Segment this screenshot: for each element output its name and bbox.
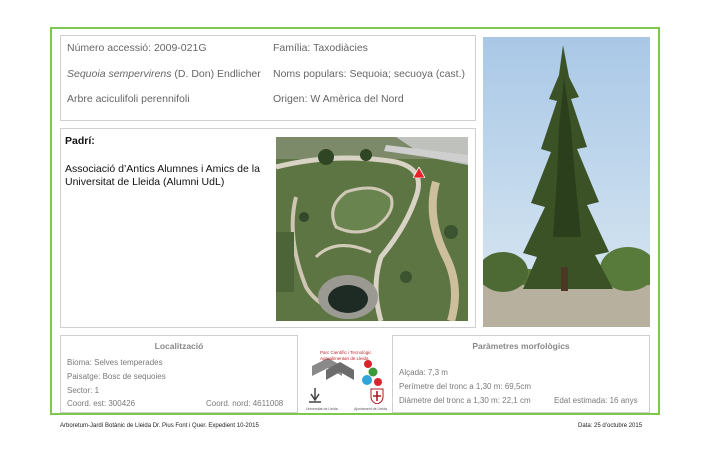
diameter: Diàmetre del tronc a 1,30 m: 22,1 cm bbox=[399, 396, 531, 405]
location-box: Localització Bioma: Selves temperades Pa… bbox=[60, 335, 298, 413]
info-box: Número accessió: 2009-021G Sequoia sempe… bbox=[60, 35, 476, 121]
coord-east: Coord. est: 300426 bbox=[67, 399, 136, 408]
city-coat-of-arms-icon bbox=[370, 388, 384, 404]
morphology-title: Paràmetres morfològics bbox=[472, 341, 570, 351]
aerial-map bbox=[276, 137, 468, 321]
scientific-name: Sequoia sempervirens (D. Don) Endlicher bbox=[67, 68, 261, 80]
sponsor-title: Padrí: bbox=[65, 135, 95, 147]
scientific-name-italic: Sequoia sempervirens bbox=[67, 68, 172, 80]
sector: Sector: 1 bbox=[67, 386, 100, 395]
perimeter: Perímetre del tronc a 1,30 m: 69,5cm bbox=[399, 382, 532, 391]
accession-number: Número accessió: 2009-021G bbox=[67, 42, 207, 54]
sponsor-line-1: Associació d’Antics Alumnes i Amics de l… bbox=[65, 163, 260, 175]
scientific-name-author: (D. Don) Endlicher bbox=[171, 68, 261, 80]
family: Família: Taxodiàcies bbox=[273, 42, 368, 54]
logos-area: Parc Científic i Tecnològic Agroalimenta… bbox=[306, 336, 394, 414]
location-marker-icon bbox=[413, 167, 425, 178]
udl-logo-caption: Universitat de Lleida bbox=[306, 407, 338, 411]
habit: Arbre aciculifoli perennifoli bbox=[67, 93, 190, 105]
park-logo-line-2: Agroalimentari de Lleida bbox=[320, 356, 369, 361]
aerial-map-image bbox=[276, 137, 468, 321]
landscape: Paisatge: Bosc de sequoies bbox=[67, 372, 166, 381]
location-title: Localització bbox=[154, 341, 204, 351]
city-logo-caption: Ajuntament de Lleida bbox=[354, 407, 387, 411]
footer-right: Data: 25 d’octubre 2015 bbox=[578, 423, 643, 429]
coord-north: Coord. nord: 4611008 bbox=[206, 399, 284, 408]
footer-left: Arboretum-Jardí Botànic de Lleida Dr. Pi… bbox=[60, 423, 259, 429]
park-logo-line-1: Parc Científic i Tecnològic bbox=[320, 350, 372, 355]
tree-photo-image bbox=[483, 37, 650, 327]
estimated-age: Edat estimada: 16 anys bbox=[554, 396, 638, 405]
sponsor-line-2: Universitat de Lleida (Alumni UdL) bbox=[65, 176, 225, 188]
biome: Bioma: Selves temperades bbox=[67, 358, 163, 367]
origin: Origen: W Amèrica del Nord bbox=[273, 93, 404, 105]
tree-photo bbox=[483, 37, 650, 327]
morphology-box: Paràmetres morfològics Alçada: 7,3 m Per… bbox=[392, 335, 650, 413]
udl-logo-icon bbox=[309, 388, 321, 403]
popular-names: Noms populars: Sequoia; secuoya (cast.) bbox=[273, 68, 466, 80]
height: Alçada: 7,3 m bbox=[399, 368, 448, 377]
